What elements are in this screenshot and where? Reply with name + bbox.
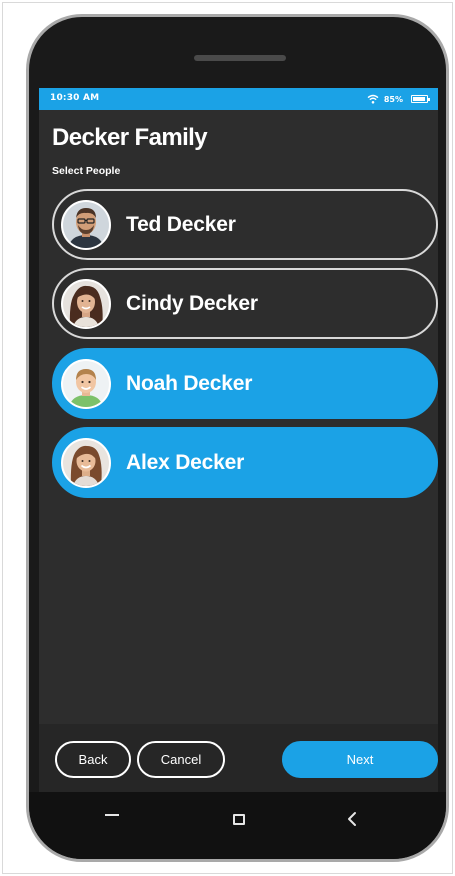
status-bar: 10:30 AM 85% xyxy=(39,88,438,110)
girl-avatar xyxy=(61,437,111,488)
person-name: Noah Decker xyxy=(126,371,253,395)
action-bar: Back Cancel Next xyxy=(39,724,438,792)
system-nav-bar xyxy=(29,792,446,859)
person-item-noah-decker[interactable]: Noah Decker xyxy=(52,348,438,419)
home-icon[interactable] xyxy=(233,814,245,825)
battery-icon xyxy=(411,95,430,103)
earpiece-speaker xyxy=(194,55,286,61)
person-item-cindy-decker[interactable]: Cindy Decker xyxy=(52,268,438,339)
status-time: 10:30 AM xyxy=(50,93,100,103)
back-icon[interactable] xyxy=(347,811,357,827)
person-name: Cindy Decker xyxy=(126,291,258,315)
person-name: Alex Decker xyxy=(126,450,245,474)
boy-avatar xyxy=(61,358,111,409)
wifi-icon xyxy=(367,94,379,104)
cancel-button[interactable]: Cancel xyxy=(137,741,225,778)
page-title: Decker Family xyxy=(52,124,208,151)
page-subtitle: Select People xyxy=(52,165,121,177)
adult-woman-avatar xyxy=(61,278,111,329)
phone-device: 10:30 AM 85% Decker Family Select People xyxy=(26,14,449,862)
back-button[interactable]: Back xyxy=(55,741,131,778)
person-item-ted-decker[interactable]: Ted Decker xyxy=(52,189,438,260)
recent-apps-icon[interactable] xyxy=(105,814,119,816)
person-item-alex-decker[interactable]: Alex Decker xyxy=(52,427,438,498)
person-name: Ted Decker xyxy=(126,212,236,236)
status-indicators: 85% xyxy=(367,92,430,106)
app-screen: 10:30 AM 85% Decker Family Select People xyxy=(39,88,438,724)
next-button[interactable]: Next xyxy=(282,741,438,778)
battery-percentage: 85% xyxy=(383,94,403,104)
adult-man-avatar xyxy=(61,199,111,250)
